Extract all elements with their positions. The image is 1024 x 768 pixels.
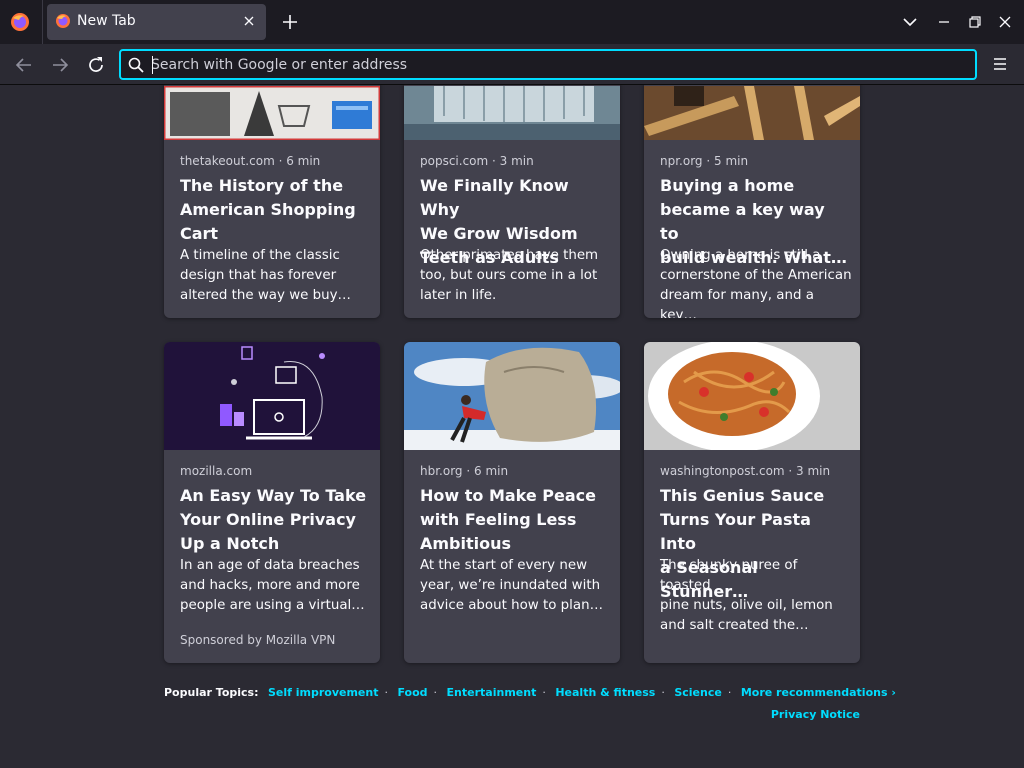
topic-link-entertainment[interactable]: Entertainment <box>447 686 537 699</box>
story-excerpt: In an age of data breaches and hacks, mor… <box>180 558 365 613</box>
tab-new-tab[interactable]: New Tab <box>47 4 266 40</box>
topic-link-self-improvement[interactable]: Self improvement <box>268 686 379 699</box>
more-recommendations-link[interactable]: More recommendations › <box>741 686 896 699</box>
story-source: npr.org · 5 min <box>660 154 749 168</box>
close-window-icon[interactable] <box>995 12 1015 32</box>
tab-title: New Tab <box>77 13 136 29</box>
story-excerpt: The chunky puree of toasted pine nuts, ol… <box>660 558 833 633</box>
story-excerpt: Other primates have them too, but ours co… <box>420 248 599 303</box>
popular-topics-label: Popular Topics: <box>164 686 259 699</box>
story-card[interactable]: thetakeout.com · 6 min The History of th… <box>164 60 380 318</box>
story-source: mozilla.com <box>180 464 253 478</box>
story-card[interactable]: popsci.com · 3 min We Finally Know Why We… <box>404 60 620 318</box>
story-excerpt: At the start of every new year, we’re inu… <box>420 558 603 613</box>
story-card-sponsored[interactable]: mozilla.com An Easy Way To Take Your Onli… <box>164 342 380 663</box>
tab-separator <box>42 0 43 44</box>
restore-icon[interactable] <box>965 12 985 32</box>
search-icon <box>128 57 144 73</box>
story-title: An Easy Way To Take Your Online Privacy Up… <box>180 486 367 553</box>
reload-icon[interactable] <box>85 54 107 76</box>
story-card[interactable]: washingtonpost.com · 3 min This Genius S… <box>644 342 860 663</box>
story-card[interactable]: hbr.org · 6 min How to Make Peace with Fe… <box>404 342 620 663</box>
topic-link-health-fitness[interactable]: Health & fitness <box>555 686 655 699</box>
firefox-favicon-icon <box>56 14 70 28</box>
firefox-icon[interactable] <box>10 12 30 32</box>
story-card[interactable]: npr.org · 5 min Buying a home became a ke… <box>644 60 860 318</box>
forward-arrow-icon[interactable] <box>49 54 71 76</box>
story-image-pasta-plate <box>644 342 860 450</box>
story-source: washingtonpost.com · 3 min <box>660 464 831 478</box>
topic-link-food[interactable]: Food <box>397 686 427 699</box>
hamburger-menu-icon[interactable] <box>990 54 1010 74</box>
story-title: The History of the American Shopping Cart <box>180 176 356 243</box>
story-source: thetakeout.com · 6 min <box>180 154 321 168</box>
back-arrow-icon[interactable] <box>13 54 35 76</box>
story-excerpt: A timeline of the classic design that has… <box>180 248 351 303</box>
tab-bar: New Tab <box>0 0 1024 44</box>
story-source: hbr.org · 6 min <box>420 464 509 478</box>
navigation-toolbar <box>0 44 1024 85</box>
story-image-man-pushing-boulder <box>404 342 620 450</box>
story-title: How to Make Peace with Feeling Less Ambiti… <box>420 486 597 553</box>
story-image-teeth-xray <box>404 86 620 140</box>
story-excerpt: Owning a home is still a cornerstone of t… <box>660 248 852 318</box>
privacy-notice-link[interactable]: Privacy Notice <box>771 708 860 721</box>
popular-topics: Popular Topics: Self improvement · Food · … <box>164 686 896 699</box>
story-image-vpn-laptop <box>164 342 380 450</box>
story-image-shopping-cart <box>164 86 380 140</box>
topic-link-science[interactable]: Science <box>674 686 722 699</box>
story-source: popsci.com · 3 min <box>420 154 534 168</box>
sponsored-label: Sponsored by Mozilla VPN <box>180 633 336 647</box>
address-input[interactable] <box>151 53 951 77</box>
story-image-house-framing <box>644 86 860 140</box>
text-cursor <box>152 56 153 74</box>
close-tab-icon[interactable] <box>240 12 258 30</box>
new-tab-plus-icon[interactable] <box>279 11 301 33</box>
address-bar[interactable] <box>119 49 977 80</box>
minimize-icon[interactable] <box>934 12 954 32</box>
list-all-tabs-chevron-icon[interactable] <box>900 12 920 32</box>
